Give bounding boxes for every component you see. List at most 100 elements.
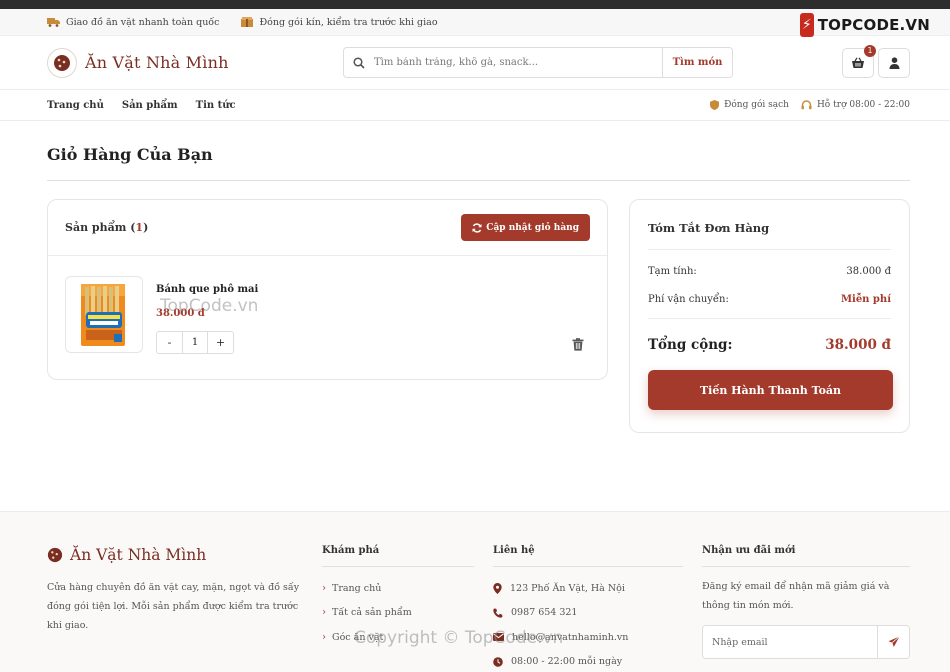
newsletter-email-input[interactable] xyxy=(703,626,877,658)
footer-link-home[interactable]: › Trang chủ xyxy=(322,576,474,601)
shipping-row: Phí vận chuyển: Miễn phí xyxy=(648,294,891,319)
footer-newsletter: Nhận ưu đãi mới Đăng ký email để nhận mã… xyxy=(702,545,910,659)
chevron-right-icon: › xyxy=(322,631,326,643)
total-value: 38.000 đ xyxy=(825,337,891,353)
shield-icon xyxy=(710,100,720,110)
footer-explore-title: Khám phá xyxy=(322,545,474,567)
topbar-shipping: Giao đồ ăn vặt nhanh toàn quốc xyxy=(47,17,219,28)
header-icons: 1 xyxy=(838,44,910,78)
page-title: Giỏ Hàng Của Bạn xyxy=(47,145,213,164)
footer-hours: 08:00 - 22:00 mỗi ngày xyxy=(493,650,683,672)
cart-card: Sản phẩm (1) Cập nhật giỏ hàng Bánh que … xyxy=(47,199,608,380)
footer-link-label: Tất cả sản phẩm xyxy=(332,607,412,619)
nav-products[interactable]: Sản phẩm xyxy=(122,100,178,111)
user-icon xyxy=(889,56,899,69)
footer-phone[interactable]: 0987 654 321 xyxy=(493,601,683,626)
search-input[interactable] xyxy=(374,48,662,77)
site-header: Ăn Vặt Nhà Mình Tìm món 1 xyxy=(0,36,950,90)
update-cart-button[interactable]: Cập nhật giỏ hàng xyxy=(461,214,590,241)
newsletter-form xyxy=(702,625,910,659)
support-text: Hỗ trợ 08:00 - 22:00 xyxy=(816,100,910,110)
footer-link-all-products[interactable]: › Tất cả sản phẩm xyxy=(322,601,474,626)
footer-description: Cửa hàng chuyên đồ ăn vặt cay, mặn, ngọt… xyxy=(47,582,300,631)
paper-plane-icon xyxy=(888,636,900,647)
truck-icon xyxy=(47,18,60,27)
footer-address-text: 123 Phố Ăn Vặt, Hà Nội xyxy=(510,582,625,594)
footer-newsletter-title: Nhận ưu đãi mới xyxy=(702,545,910,567)
window-top-strip xyxy=(0,0,950,9)
search-button[interactable]: Tìm món xyxy=(662,48,732,77)
chevron-right-icon: › xyxy=(322,607,326,619)
brand-name: Ăn Vặt Nhà Mình xyxy=(85,53,229,72)
footer-contact-title: Liên hệ xyxy=(493,545,683,567)
footer-address: 123 Phố Ăn Vặt, Hà Nội xyxy=(493,576,683,601)
headset-icon xyxy=(801,100,812,110)
shipping-value: Miễn phí xyxy=(840,294,891,305)
center-watermark: TopCode.vn xyxy=(160,296,258,316)
subtotal-row: Tạm tính: 38.000 đ xyxy=(648,266,891,277)
subtotal-label: Tạm tính: xyxy=(648,266,697,277)
nav-home[interactable]: Trang chủ xyxy=(47,100,104,111)
cart-label: Sản phẩm xyxy=(65,221,127,234)
subtotal-value: 38.000 đ xyxy=(846,266,891,277)
order-summary-title: Tóm Tắt Đơn Hàng xyxy=(648,200,891,250)
cart-header: Sản phẩm (1) Cập nhật giỏ hàng xyxy=(48,200,607,256)
footer-brand[interactable]: Ăn Vặt Nhà Mình xyxy=(47,546,206,564)
quantity-input[interactable] xyxy=(182,332,208,353)
basket-icon xyxy=(852,56,864,68)
brand[interactable]: Ăn Vặt Nhà Mình xyxy=(47,47,343,78)
topcode-logo-text: TOPCODE.VN xyxy=(817,15,930,34)
title-divider xyxy=(47,180,910,181)
topbar-shipping-text: Giao đồ ăn vặt nhanh toàn quốc xyxy=(66,16,220,28)
topcode-logo-mark: ⚡ xyxy=(800,12,814,37)
update-cart-label: Cập nhật giỏ hàng xyxy=(486,222,579,233)
topcode-logo: ⚡ TOPCODE.VN xyxy=(800,10,930,39)
quantity-increase-button[interactable]: + xyxy=(208,332,233,353)
search-icon xyxy=(344,48,374,77)
product-image xyxy=(81,283,125,346)
main-nav: Trang chủ Sản phẩm Tin tức Đóng gói sạch… xyxy=(0,90,950,121)
clean-packaging-text: Đóng gói sạch xyxy=(724,100,789,110)
account-button[interactable] xyxy=(878,47,910,78)
box-icon xyxy=(241,17,254,27)
topbar-packaging: Đóng gói kín, kiểm tra trước khi giao xyxy=(241,16,438,28)
newsletter-submit-button[interactable] xyxy=(877,626,909,658)
cart-button[interactable]: 1 xyxy=(842,44,876,78)
cookie-icon xyxy=(47,547,63,563)
total-row: Tổng cộng: 38.000 đ xyxy=(648,337,891,353)
center-watermark-text: TopCode.vn xyxy=(160,296,259,316)
trash-icon xyxy=(572,338,584,351)
footer-phone-text: 0987 654 321 xyxy=(511,607,578,619)
product-thumbnail[interactable] xyxy=(65,276,143,353)
topbar-packaging-text: Đóng gói kín, kiểm tra trước khi giao xyxy=(259,16,438,28)
cookie-icon xyxy=(47,47,77,78)
footer-link-label: Trang chủ xyxy=(332,582,382,594)
total-label: Tổng cộng: xyxy=(648,337,733,353)
cart-count-badge: 1 xyxy=(864,44,876,57)
quantity-decrease-button[interactable]: - xyxy=(157,332,182,353)
clean-packaging-info: Đóng gói sạch xyxy=(710,100,789,110)
checkout-button[interactable]: Tiến Hành Thanh Toán xyxy=(648,370,893,410)
footer-contact: Liên hệ 123 Phố Ăn Vặt, Hà Nội 0987 654 … xyxy=(493,545,683,672)
footer-newsletter-text: Đăng ký email để nhận mã giảm giá và thô… xyxy=(702,581,890,611)
product-name[interactable]: Bánh que phô mai xyxy=(156,284,258,295)
cart-products-label: Sản phẩm (1) xyxy=(65,221,149,234)
clock-icon xyxy=(493,656,503,667)
map-pin-icon xyxy=(493,582,502,594)
shipping-label: Phí vận chuyển: xyxy=(648,294,729,305)
support-info: Hỗ trợ 08:00 - 22:00 xyxy=(801,100,910,110)
footer-hours-text: 08:00 - 22:00 mỗi ngày xyxy=(511,656,623,668)
nav-right: Đóng gói sạch Hỗ trợ 08:00 - 22:00 xyxy=(698,100,910,110)
phone-icon xyxy=(493,608,503,618)
remove-item-button[interactable] xyxy=(572,336,584,355)
cart-item: Bánh que phô mai 38.000 đ - + xyxy=(48,256,607,380)
quantity-stepper: - + xyxy=(156,331,234,354)
nav-news[interactable]: Tin tức xyxy=(196,100,236,111)
refresh-icon xyxy=(472,222,482,233)
search-bar: Tìm món xyxy=(343,47,733,78)
order-summary-card: Tóm Tắt Đơn Hàng Tạm tính: 38.000 đ Phí … xyxy=(629,199,910,433)
footer-brand-name: Ăn Vặt Nhà Mình xyxy=(70,546,207,564)
chevron-right-icon: › xyxy=(322,582,326,594)
cart-item-count: 1 xyxy=(135,221,144,234)
copyright-watermark: Copyright © TopCode.vn xyxy=(354,628,564,648)
